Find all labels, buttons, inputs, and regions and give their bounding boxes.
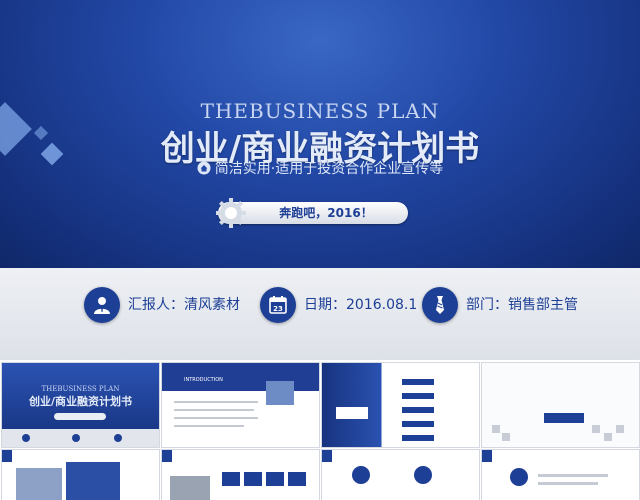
thumb-pill [54, 413, 106, 420]
thumb-dot [114, 434, 122, 442]
slogan-text: 奔跑吧，2016！ [279, 206, 373, 220]
tie-icon-circle [422, 287, 458, 323]
thumbnail-contents[interactable] [322, 363, 479, 447]
thumb-header: INTRODUCTION [162, 363, 319, 391]
thumb-value-box [244, 472, 262, 486]
thumb-grid-square [492, 425, 500, 433]
thumb-header-block [2, 450, 12, 462]
thumb-text-line [174, 417, 258, 419]
thumb-avatar [352, 466, 370, 484]
subtitle-text: 简洁实用·适用于投资合作企业宣传等 [214, 161, 444, 177]
slide-thumbnails: THEBUSINESS PLAN 创业/商业融资计划书 INTRODUCTION [0, 360, 640, 500]
reporter-label: 汇报人：清风素材 [128, 297, 240, 313]
thumb-header-block [322, 450, 332, 462]
thumb-value-box [266, 472, 284, 486]
thumb-contents-item [402, 379, 434, 385]
thumb-grid-square [502, 433, 510, 441]
thumb-title-cn: 创业/商业融资计划书 [28, 395, 133, 408]
calendar-icon: 23 [269, 296, 287, 314]
thumb-contents-item [402, 435, 434, 441]
tie-icon [436, 296, 444, 314]
thumb-contents-tag [336, 407, 368, 419]
thumb-header-block [482, 450, 492, 462]
person-icon-circle [84, 287, 120, 323]
thumb-avatar [414, 466, 432, 484]
thumb-contents-item [402, 421, 434, 427]
title-slide: THEBUSINESS PLAN 创业/商业融资计划书 简洁实用·适用于投资合作… [0, 0, 640, 268]
thumb-grid-square [604, 433, 612, 441]
date-label: 日期：2016.08.1 [304, 297, 418, 313]
thumbnail-profile[interactable] [482, 450, 639, 500]
title-english: THEBUSINESS PLAN [200, 99, 440, 123]
thumb-text-line [538, 482, 598, 485]
person-icon [94, 297, 110, 314]
thumb-photo [66, 462, 120, 500]
thumbnail-members[interactable] [322, 450, 479, 500]
thumb-dot [22, 434, 30, 442]
thumb-value-box [222, 472, 240, 486]
thumbnail-introduction[interactable]: INTRODUCTION [162, 363, 319, 447]
thumb-section-banner [544, 413, 584, 423]
thumbnail-values[interactable] [162, 450, 319, 500]
thumb-text-line [174, 409, 254, 411]
thumb-value-box [288, 472, 306, 486]
thumb-header-text: INTRODUCTION [184, 377, 223, 383]
thumbnail-cover[interactable]: THEBUSINESS PLAN 创业/商业融资计划书 [2, 363, 159, 447]
thumb-grid-square [592, 425, 600, 433]
thumb-title-en: THEBUSINESS PLAN [41, 385, 120, 393]
thumb-text-line [174, 401, 258, 403]
thumb-contents-item [402, 407, 434, 413]
dept-label: 部门：销售部主管 [466, 297, 578, 313]
thumbnail-team-photo[interactable] [2, 450, 159, 500]
thumb-grid-square [616, 425, 624, 433]
thumb-contents-item [402, 393, 434, 399]
thumb-header-block [162, 450, 172, 462]
thumb-avatar [510, 468, 528, 486]
thumbnail-section[interactable] [482, 363, 639, 447]
calendar-icon-circle: 23 [260, 287, 296, 323]
thumb-photo [16, 468, 62, 500]
home-icon [197, 161, 211, 175]
thumb-strip [2, 429, 159, 447]
thumb-text-line [174, 425, 244, 427]
subtitle: 简洁实用·适用于投资合作企业宣传等 [0, 158, 640, 178]
thumb-photo [170, 476, 210, 500]
thumb-photo [266, 381, 294, 405]
thumb-dot [72, 434, 80, 442]
thumb-text-line [538, 474, 608, 477]
calendar-day: 23 [273, 305, 283, 313]
gear-icon [216, 198, 246, 228]
